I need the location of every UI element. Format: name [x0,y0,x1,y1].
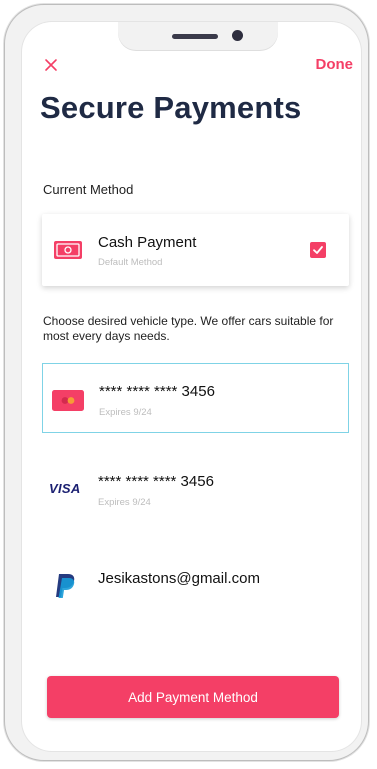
description-text: Choose desired vehicle type. We offer ca… [43,314,334,343]
paypal-icon [56,574,75,598]
speaker-icon [172,34,218,39]
card-expiry: Expires 9/24 [99,407,152,418]
phone-notch [118,22,278,50]
payment-method-mastercard[interactable]: **** **** **** 3456 Expires 9/24 [42,363,349,433]
payment-method-paypal[interactable]: Jesikastons@gmail.com [42,552,349,622]
cash-icon [54,241,82,259]
paypal-email: Jesikastons@gmail.com [98,570,260,587]
app-screen: Done Secure Payments Current Method Cash… [22,22,361,751]
payment-method-visa[interactable]: VISA **** **** **** 3456 Expires 9/24 [42,453,349,523]
card-number: **** **** **** 3456 [99,383,215,400]
card-expiry: Expires 9/24 [98,497,151,508]
page-title: Secure Payments [40,90,302,125]
add-payment-method-button[interactable]: Add Payment Method [47,676,339,718]
default-method-label: Default Method [98,257,163,268]
close-icon[interactable] [43,57,59,73]
checkbox-checked-icon[interactable] [310,242,326,258]
current-method-label: Current Method [43,182,134,197]
visa-icon: VISA [49,481,81,496]
cash-payment-label: Cash Payment [98,234,197,251]
card-number: **** **** **** 3456 [98,473,214,490]
current-method-card[interactable]: Cash Payment Default Method [42,214,349,286]
camera-icon [232,30,243,41]
phone-frame: Done Secure Payments Current Method Cash… [4,4,369,761]
done-button[interactable]: Done [316,56,354,73]
mastercard-icon [52,390,84,411]
